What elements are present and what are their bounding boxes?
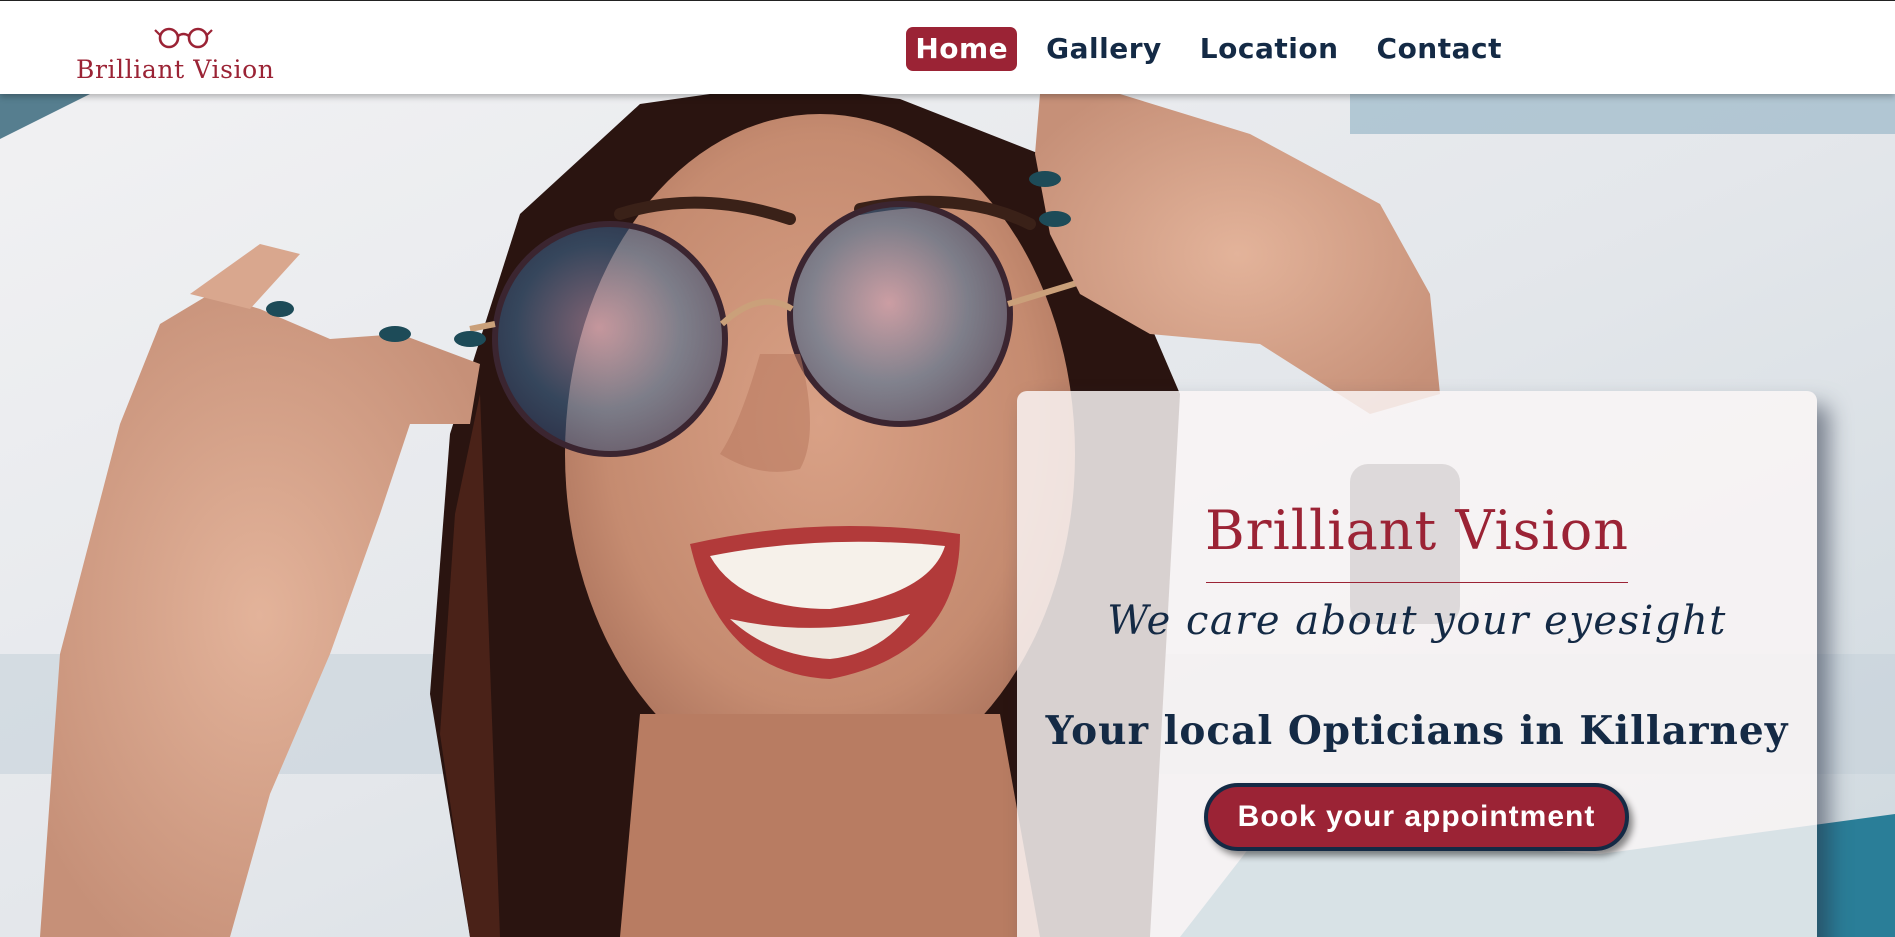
logo-text: Brilliant Vision [76,55,275,84]
main-nav: Home Gallery Location Contact [906,27,1511,71]
hero-tagline: We care about your eyesight [1107,598,1727,644]
title-divider [1206,582,1628,583]
glasses-icon [154,27,213,49]
nav-contact[interactable]: Contact [1368,27,1511,71]
hero-title: Brilliant Vision [1204,499,1629,562]
hero-heading: Your local Opticians in Killarney [1045,708,1789,754]
nav-gallery[interactable]: Gallery [1037,27,1171,71]
site-header: Brilliant Vision Home Gallery Location C… [0,0,1895,94]
hero-section: Brilliant Vision We care about your eyes… [0,94,1895,937]
logo[interactable]: Brilliant Vision [76,21,296,91]
nav-location[interactable]: Location [1191,27,1348,71]
hero-card: Brilliant Vision We care about your eyes… [1017,391,1817,937]
nav-home[interactable]: Home [906,27,1018,71]
book-appointment-button[interactable]: Book your appointment [1204,783,1629,851]
